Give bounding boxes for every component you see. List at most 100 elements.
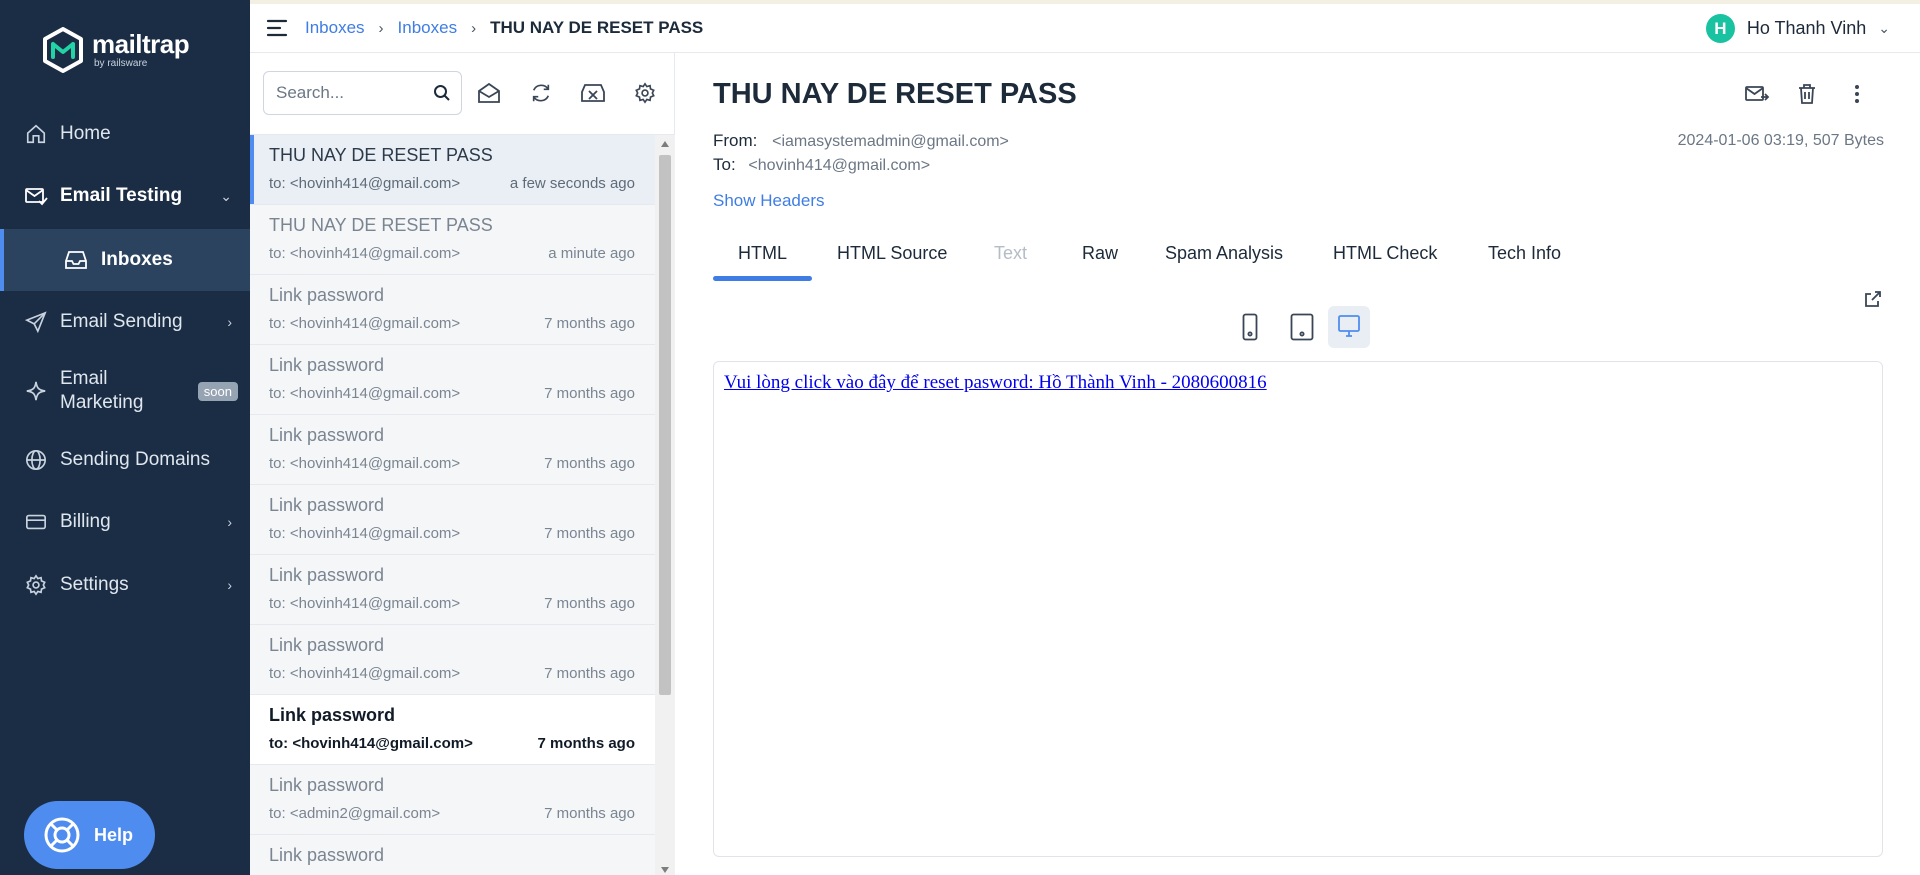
- active-tab-indicator: [713, 276, 812, 281]
- tab-tech-info[interactable]: Tech Info: [1488, 243, 1561, 264]
- refresh-icon[interactable]: [528, 80, 554, 106]
- breadcrumb-current: THU NAY DE RESET PASS: [490, 18, 704, 37]
- menu-icon[interactable]: [266, 19, 288, 37]
- help-label: Help: [94, 824, 134, 845]
- tab-raw[interactable]: Raw: [1082, 243, 1118, 264]
- tab-html-source[interactable]: HTML Source: [837, 243, 947, 264]
- sidebar-item-inboxes[interactable]: Inboxes: [0, 229, 250, 291]
- message-date-size: 2024-01-06 03:19, 507 Bytes: [1677, 132, 1884, 149]
- clear-inbox-icon[interactable]: [580, 80, 606, 106]
- message-time: 7 months ago: [537, 735, 635, 752]
- list-item[interactable]: Link password to: <hovinh414@gmail.com> 7 …: [250, 275, 655, 345]
- active-indicator: [0, 229, 4, 291]
- from-label: From:: [713, 131, 758, 150]
- breadcrumb-link[interactable]: Inboxes: [398, 18, 458, 38]
- sidebar-item-email-marketing[interactable]: Email Marketing soon: [0, 366, 250, 416]
- list-item[interactable]: Link password to: <hovinh414@gmail.com> 7 …: [250, 555, 655, 625]
- to-label: To:: [713, 155, 736, 174]
- sidebar-item-label: Settings: [60, 574, 129, 595]
- from-address: <iamasystemadmin@gmail.com>: [772, 133, 1009, 150]
- sidebar-item-label: Billing: [60, 511, 111, 532]
- scroll-down-arrow-icon[interactable]: [661, 867, 669, 873]
- list-item[interactable]: Link password to: <hovinh414@gmail.com> 7 …: [250, 485, 655, 555]
- sidebar-item-home[interactable]: Home: [0, 114, 250, 154]
- breadcrumb-link[interactable]: Inboxes: [305, 18, 365, 38]
- tab-html[interactable]: HTML: [738, 243, 787, 264]
- message-recipient: to: <hovinh414@gmail.com>: [269, 455, 461, 472]
- search-field[interactable]: [263, 71, 462, 115]
- send-icon: [24, 310, 48, 334]
- message-tabs: HTML HTML Source Text Raw Spam Analysis …: [713, 237, 1883, 281]
- user-name: Ho Thanh Vinh: [1746, 18, 1867, 38]
- sidebar-item-label: Inboxes: [101, 249, 173, 270]
- trash-icon[interactable]: [1794, 81, 1820, 107]
- sidebar-item-settings[interactable]: Settings ›: [0, 565, 250, 605]
- open-external-icon[interactable]: [1863, 289, 1883, 309]
- list-item[interactable]: Link password to: <hovinh414@gmail.com> 7 …: [250, 695, 655, 765]
- search-input[interactable]: [276, 83, 426, 103]
- message-recipient: to: <hovinh414@gmail.com>: [269, 735, 473, 752]
- desktop-view-button[interactable]: [1328, 306, 1370, 348]
- html-preview: Vui lòng click vào đây để reset pasword:…: [713, 361, 1883, 857]
- message-recipient: to: <hovinh414@gmail.com>: [269, 525, 461, 542]
- list-item[interactable]: Link password to: <admin2@gmail.com> 7 mon…: [250, 765, 655, 835]
- logo-subtitle: by railsware: [94, 58, 148, 69]
- more-options-icon[interactable]: [1844, 81, 1870, 107]
- home-icon: [24, 122, 48, 146]
- message-time: 7 months ago: [544, 385, 635, 402]
- user-menu[interactable]: H Ho Thanh Vinh ⌄: [1705, 14, 1890, 43]
- message-list: THU NAY DE RESET PASS to: <hovinh414@gmai…: [250, 135, 655, 875]
- logo-text: mailtrap by railsware: [92, 31, 190, 69]
- message-subject: Link password: [269, 845, 385, 865]
- tab-text[interactable]: Text: [994, 243, 1027, 264]
- sidebar-item-label: Sending Domains: [60, 449, 210, 470]
- message-time: 7 months ago: [544, 525, 635, 542]
- message-detail: THU NAY DE RESET PASS From: <iamasystema…: [676, 53, 1920, 875]
- message-subject: Link password: [269, 775, 385, 795]
- message-subject: Link password: [269, 355, 385, 375]
- tab-spam-analysis[interactable]: Spam Analysis: [1165, 243, 1283, 264]
- sidebar-item-billing[interactable]: Billing ›: [0, 502, 250, 542]
- top-bar: Inboxes › Inboxes › THU NAY DE RESET PAS…: [250, 4, 1920, 53]
- scroll-up-arrow-icon[interactable]: [661, 141, 669, 147]
- tab-html-check[interactable]: HTML Check: [1333, 243, 1437, 264]
- sidebar-item-label: Email Sending: [60, 311, 183, 332]
- message-subject: THU NAY DE RESET PASS: [713, 78, 1077, 110]
- tablet-view-button[interactable]: [1281, 306, 1323, 348]
- list-item[interactable]: Link password: [250, 835, 655, 875]
- sidebar-item-email-testing[interactable]: Email Testing ⌄: [0, 176, 250, 216]
- list-item[interactable]: Link password to: <hovinh414@gmail.com> 7 …: [250, 345, 655, 415]
- tablet-icon: [1290, 313, 1314, 341]
- scroll-thumb[interactable]: [659, 155, 671, 695]
- show-headers-link[interactable]: Show Headers: [713, 191, 825, 211]
- mailtrap-logo[interactable]: mailtrap by railsware: [42, 27, 190, 73]
- sidebar-item-sending-domains[interactable]: Sending Domains: [0, 440, 250, 480]
- message-recipient: to: <hovinh414@gmail.com>: [269, 595, 461, 612]
- message-recipient: to: <hovinh414@gmail.com>: [269, 665, 461, 682]
- message-subject: THU NAY DE RESET PASS: [269, 145, 493, 165]
- reset-password-link[interactable]: Vui lòng click vào đây để reset pasword:…: [724, 372, 1267, 394]
- mobile-view-button[interactable]: [1229, 306, 1271, 348]
- forward-icon[interactable]: [1744, 81, 1770, 107]
- desktop-icon: [1338, 315, 1360, 337]
- inbox-settings-icon[interactable]: [632, 80, 658, 106]
- message-list-scrollbar[interactable]: [655, 135, 675, 875]
- sidebar-item-email-sending[interactable]: Email Sending ›: [0, 302, 250, 342]
- message-recipient: to: <hovinh414@gmail.com>: [269, 175, 461, 192]
- message-list-panel: THU NAY DE RESET PASS to: <hovinh414@gmai…: [250, 53, 675, 875]
- list-item[interactable]: Link password to: <hovinh414@gmail.com> 7 …: [250, 415, 655, 485]
- sidebar: mailtrap by railsware Home Email Testing…: [0, 0, 250, 875]
- sparkle-icon: [24, 379, 48, 403]
- list-item[interactable]: Link password to: <hovinh414@gmail.com> 7 …: [250, 625, 655, 695]
- help-button[interactable]: Help: [24, 801, 155, 869]
- list-item[interactable]: THU NAY DE RESET PASS to: <hovinh414@gmai…: [250, 135, 655, 205]
- from-row: From: <iamasystemadmin@gmail.com>: [713, 131, 1009, 151]
- soon-badge: soon: [197, 381, 238, 401]
- breadcrumb-separator-icon: ›: [471, 19, 477, 37]
- chevron-down-icon: ⌄: [220, 187, 232, 204]
- to-address: <hovinh414@gmail.com>: [748, 157, 931, 174]
- list-item[interactable]: THU NAY DE RESET PASS to: <hovinh414@gmai…: [250, 205, 655, 275]
- mark-read-icon[interactable]: [476, 80, 502, 106]
- email-testing-icon: [24, 184, 48, 208]
- message-time: 7 months ago: [544, 315, 635, 332]
